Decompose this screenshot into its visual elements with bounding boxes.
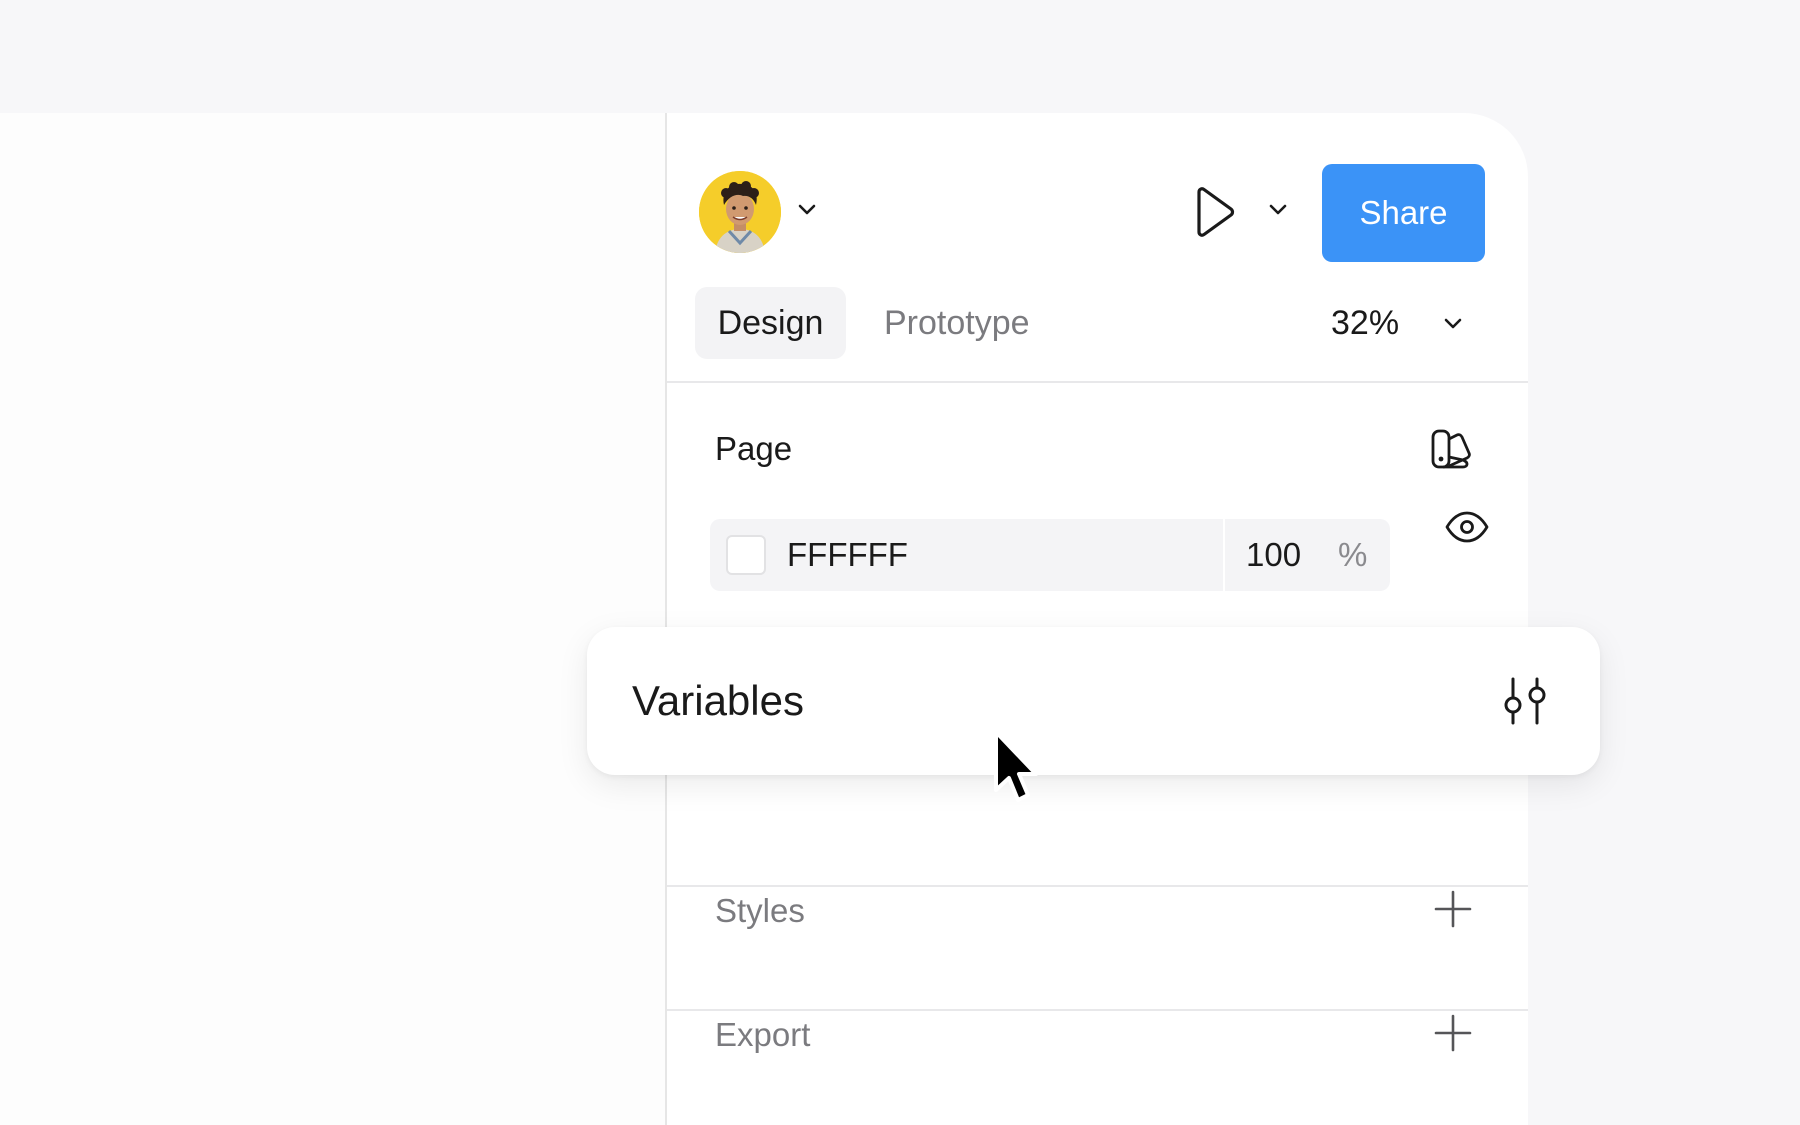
play-icon[interactable]	[1189, 185, 1239, 239]
zoom-level[interactable]: 32%	[1331, 287, 1399, 359]
plus-icon[interactable]	[1431, 887, 1475, 931]
divider	[1223, 519, 1225, 591]
variables-title: Variables	[632, 677, 804, 724]
fill-opacity-value[interactable]: 100	[1246, 519, 1301, 591]
chevron-down-icon[interactable]	[1439, 309, 1467, 337]
divider	[667, 885, 1528, 887]
canvas-area[interactable]	[0, 113, 665, 1125]
tab-prototype[interactable]: Prototype	[884, 287, 1030, 359]
variables-row[interactable]: Variables	[587, 627, 1600, 775]
export-section-title: Export	[715, 1016, 811, 1053]
chevron-down-icon[interactable]	[1264, 195, 1292, 223]
eye-icon[interactable]	[1443, 503, 1491, 551]
user-avatar[interactable]	[699, 171, 781, 253]
mouse-cursor	[990, 728, 1046, 812]
styles-section-title: Styles	[715, 892, 805, 929]
library-swatch-icon[interactable]	[1427, 423, 1475, 475]
tab-design[interactable]: Design	[695, 287, 846, 359]
page-section-title: Page	[715, 430, 793, 467]
divider	[667, 381, 1528, 383]
fill-hex-value[interactable]: FFFFFF	[787, 519, 908, 591]
page-fill-row[interactable]: FFFFFF 100 %	[710, 519, 1390, 591]
divider	[667, 1009, 1528, 1011]
color-swatch[interactable]	[726, 535, 766, 575]
share-button[interactable]: Share	[1322, 164, 1485, 262]
plus-icon[interactable]	[1431, 1011, 1475, 1055]
fill-opacity-unit: %	[1338, 536, 1368, 573]
properties-panel: Share Design Prototype 32% Page FFFFFF 1…	[665, 113, 1528, 1125]
chevron-down-icon[interactable]	[793, 195, 821, 223]
sliders-icon[interactable]	[1495, 671, 1555, 731]
